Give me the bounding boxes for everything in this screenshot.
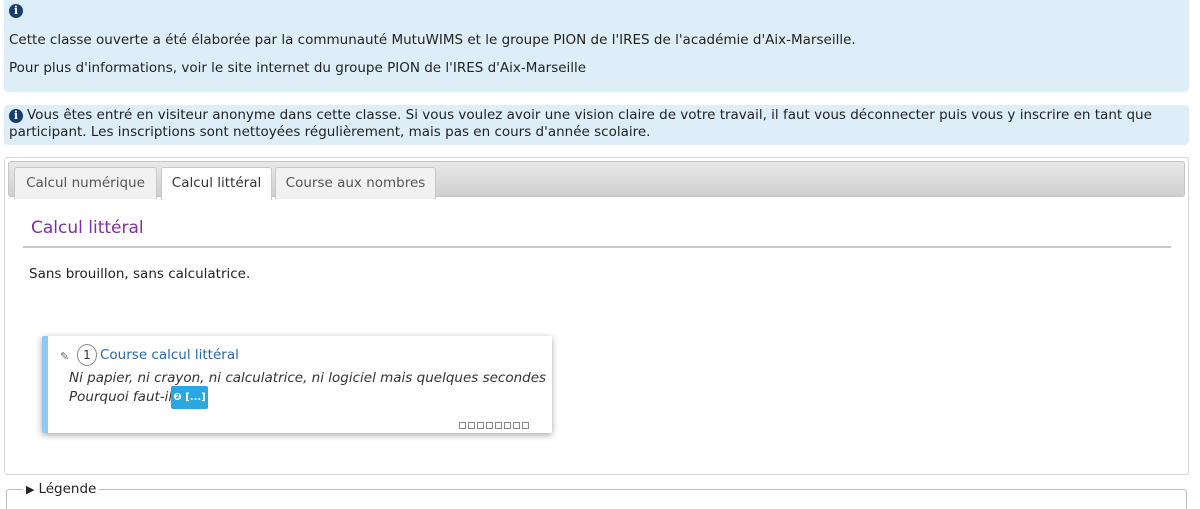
progress-indicator bbox=[459, 422, 529, 430]
section-divider bbox=[23, 246, 1171, 248]
legend-toggle[interactable]: ▶ Légende bbox=[23, 481, 100, 497]
notice-text: Vous êtes entré en visiteur anonyme dans… bbox=[9, 107, 1152, 140]
progress-square bbox=[513, 422, 520, 429]
section-description: Sans brouillon, sans calculatrice. bbox=[29, 266, 251, 282]
legend-label: Légende bbox=[38, 481, 97, 497]
sheet-link[interactable]: Course calcul littéral bbox=[100, 347, 239, 363]
info-banner: i Cette classe ouverte a été élaborée pa… bbox=[4, 0, 1189, 92]
progress-square bbox=[459, 422, 466, 429]
tabs-panel: Calcul numérique Calcul littéral Course … bbox=[4, 157, 1189, 475]
pencil-icon: ✎ bbox=[60, 350, 70, 363]
tab-calcul-numerique[interactable]: Calcul numérique bbox=[14, 167, 157, 199]
more-info-button[interactable]: ❷ [...] bbox=[171, 386, 208, 409]
sheet-number-badge: 1 bbox=[77, 344, 97, 366]
tabs-bar: Calcul numérique Calcul littéral Course … bbox=[8, 161, 1185, 200]
info-text-line-1: Cette classe ouverte a été élaborée par … bbox=[9, 32, 856, 48]
tab-calcul-litteral[interactable]: Calcul littéral bbox=[161, 167, 272, 200]
progress-square bbox=[504, 422, 511, 429]
tab-course-aux-nombres[interactable]: Course aux nombres bbox=[275, 167, 436, 199]
triangle-right-icon: ▶ bbox=[26, 483, 35, 496]
exercise-card: ✎ 1 Course calcul littéral Ni papier, ni… bbox=[42, 336, 552, 433]
anonymous-visitor-notice: i Vous êtes entré en visiteur anonyme da… bbox=[4, 105, 1189, 145]
progress-square bbox=[495, 422, 502, 429]
progress-square bbox=[486, 422, 493, 429]
legend-fieldset: ▶ Légende bbox=[6, 481, 1187, 509]
info-text-line-2[interactable]: Pour plus d'informations, voir le site i… bbox=[9, 60, 586, 76]
info-icon: i bbox=[9, 4, 23, 18]
progress-square bbox=[468, 422, 475, 429]
progress-square bbox=[477, 422, 484, 429]
sheet-description-line-2: Pourquoi faut-il bbox=[69, 389, 173, 405]
sheet-description-line-1: Ni papier, ni crayon, ni calculatrice, n… bbox=[69, 370, 547, 386]
section-title: Calcul littéral bbox=[31, 218, 144, 238]
progress-square bbox=[522, 422, 529, 429]
